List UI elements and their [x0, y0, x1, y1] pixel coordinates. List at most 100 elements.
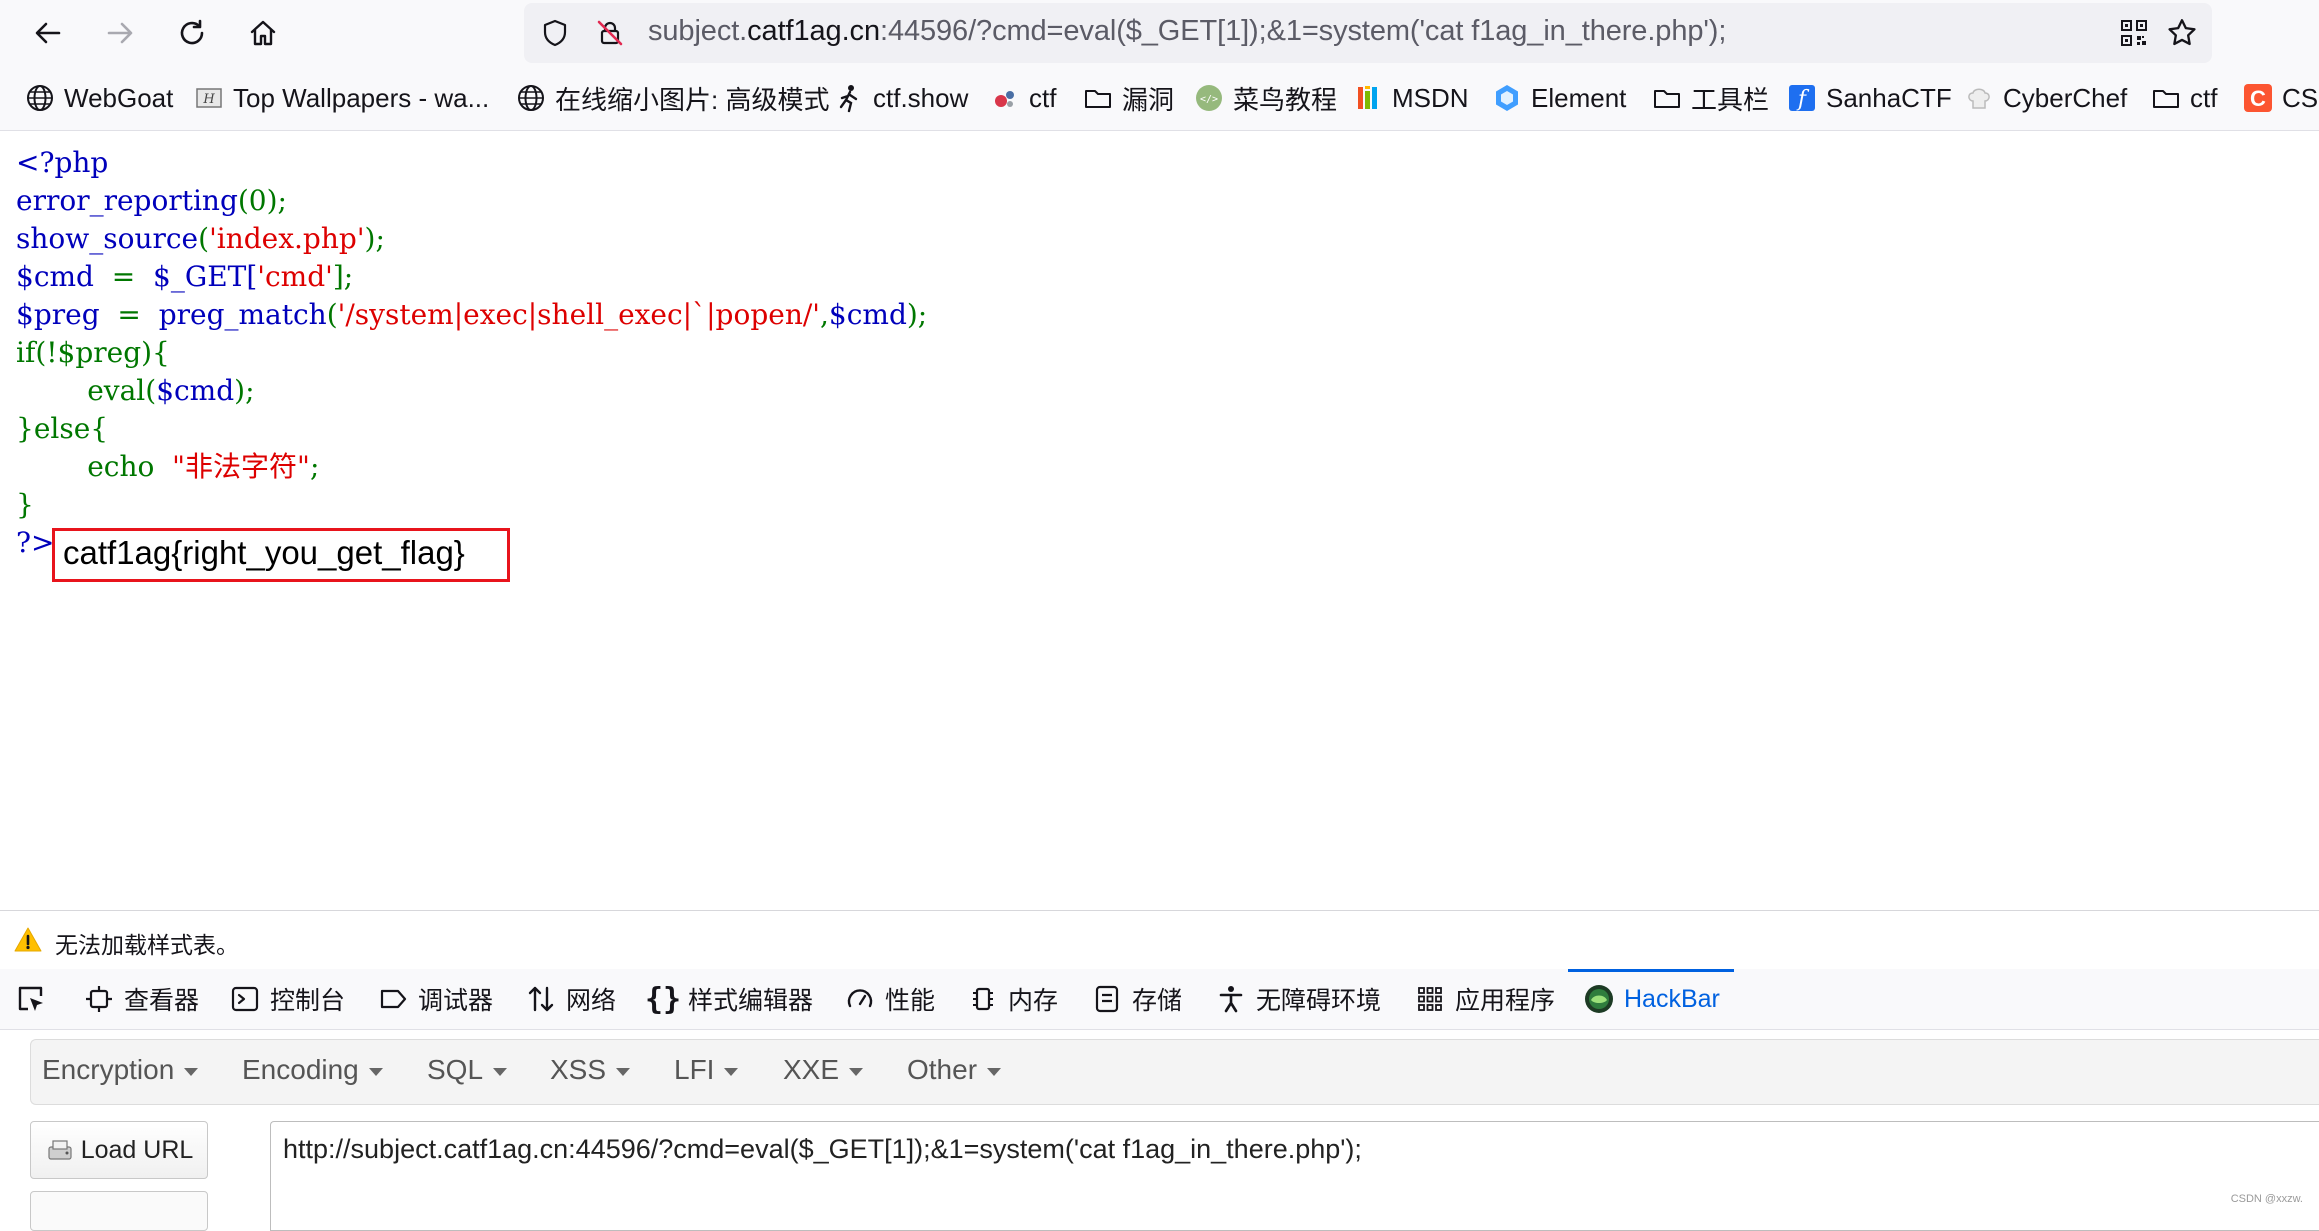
tab-application[interactable]: 应用程序	[1413, 969, 1555, 1029]
caret-down-icon	[184, 1067, 199, 1076]
watermark: CSDN @xxzw.	[2230, 1193, 2303, 1205]
flag-output: catf1ag{right_you_get_flag}	[63, 534, 465, 571]
tab-network[interactable]: 网络	[524, 969, 616, 1029]
bookmark-image-resizer[interactable]: 在线缩小图片: 高级模式	[515, 80, 829, 116]
back-button[interactable]	[26, 12, 70, 54]
warning-icon	[14, 927, 42, 952]
globe-icon	[515, 82, 547, 114]
folder-icon	[1082, 82, 1114, 114]
chef-hat-icon	[1963, 82, 1995, 114]
svg-text:C: C	[2250, 86, 2266, 111]
reload-icon	[180, 19, 204, 45]
menu-encryption[interactable]: Encryption	[42, 1054, 199, 1086]
load-url-button[interactable]: Load URL	[30, 1121, 208, 1179]
tracking-shield-icon[interactable]	[537, 15, 573, 51]
tab-debugger[interactable]: 调试器	[376, 969, 493, 1029]
split-url-button[interactable]	[30, 1191, 208, 1231]
hackbar-menu: Encryption Encoding SQL XSS LFI XXE Othe…	[30, 1039, 2319, 1105]
menu-encoding[interactable]: Encoding	[242, 1054, 383, 1086]
bookmark-sanhactf[interactable]: f SanhaCTF	[1786, 80, 1952, 116]
home-button[interactable]	[241, 12, 285, 54]
address-bar[interactable]: subject.catf1ag.cn:44596/?cmd=eval($_GET…	[524, 3, 2212, 63]
application-icon	[1413, 982, 1447, 1016]
bookmark-cyberchef[interactable]: CyberChef	[1963, 80, 2127, 116]
bookmark-ctf-show[interactable]: ctf.show	[833, 80, 968, 116]
bookmark-folder-toolbar[interactable]: 工具栏	[1651, 80, 1769, 116]
bookmark-element[interactable]: Element	[1491, 80, 1626, 116]
devtools-tabbar: 查看器 控制台 调试器 网络 {} 样式编辑器 性能 内存 存储 无障碍环境 应…	[0, 969, 2319, 1030]
url-text[interactable]: subject.catf1ag.cn:44596/?cmd=eval($_GET…	[648, 15, 1726, 48]
storage-icon	[1090, 982, 1124, 1016]
menu-xxe[interactable]: XXE	[783, 1054, 864, 1086]
home-icon	[250, 20, 276, 46]
bookmark-webgoat[interactable]: WebGoat	[24, 80, 173, 116]
menu-sql[interactable]: SQL	[427, 1054, 508, 1086]
bookmark-runoob[interactable]: </> 菜鸟教程	[1193, 80, 1337, 116]
bookmark-msdn[interactable]: MSDN	[1352, 80, 1469, 116]
caret-down-icon	[616, 1067, 631, 1076]
insecure-lock-icon[interactable]	[592, 15, 628, 51]
folder-icon	[2150, 82, 2182, 114]
bookmark-star-icon[interactable]	[2164, 15, 2200, 51]
inspector-icon	[82, 982, 116, 1016]
globe-icon	[24, 82, 56, 114]
tab-memory[interactable]: 内存	[966, 969, 1058, 1029]
tab-console[interactable]: 控制台	[228, 969, 345, 1029]
caret-down-icon	[368, 1067, 383, 1076]
bookmark-ctf[interactable]: ctf	[989, 80, 1056, 116]
url-domain: catf1ag.cn	[747, 15, 880, 47]
tab-performance[interactable]: 性能	[843, 969, 935, 1029]
bookmark-top-wallpapers[interactable]: H Top Wallpapers - wa...	[193, 80, 489, 116]
sanha-icon: f	[1786, 82, 1818, 114]
bookmark-csdn[interactable]: C CSD	[2242, 80, 2319, 116]
csdn-icon: C	[2242, 82, 2274, 114]
ctf-icon	[989, 82, 1021, 114]
memory-icon	[966, 982, 1000, 1016]
caret-down-icon	[724, 1067, 739, 1076]
element-picker-button[interactable]	[14, 969, 56, 1029]
runoob-icon: </>	[1193, 82, 1225, 114]
caret-down-icon	[849, 1067, 864, 1076]
devtools-panel: 无法加载样式表。 查看器 控制台 调试器 网络 {} 样式编辑器 性能 内存 存…	[0, 910, 2319, 1231]
hackbar-icon	[1582, 982, 1616, 1016]
performance-icon	[843, 982, 877, 1016]
caret-down-icon	[987, 1067, 1002, 1076]
tab-style-editor[interactable]: {} 样式编辑器	[644, 969, 813, 1029]
msdn-icon	[1352, 82, 1384, 114]
php-source-code: <?php error_reporting(0); show_source('i…	[16, 146, 928, 559]
tab-storage[interactable]: 存储	[1090, 969, 1182, 1029]
navigation-toolbar: subject.catf1ag.cn:44596/?cmd=eval($_GET…	[0, 0, 2319, 66]
bookmark-folder-ctf[interactable]: ctf	[2150, 80, 2217, 116]
style-editor-icon: {}	[644, 981, 682, 1017]
network-icon	[524, 982, 558, 1016]
menu-other[interactable]: Other	[907, 1054, 1002, 1086]
qr-code-icon[interactable]	[2116, 15, 2152, 51]
load-url-icon	[48, 1140, 72, 1160]
running-figure-icon	[833, 82, 865, 114]
accessibility-icon	[1214, 982, 1248, 1016]
caret-down-icon	[493, 1067, 508, 1076]
svg-text:H: H	[202, 92, 215, 107]
hackbar-url-textarea[interactable]: http://subject.catf1ag.cn:44596/?cmd=eva…	[270, 1121, 2319, 1231]
hackbar-url-value: http://subject.catf1ag.cn:44596/?cmd=eva…	[283, 1134, 1362, 1164]
element-icon	[1491, 82, 1523, 114]
tab-hackbar[interactable]: HackBar	[1568, 969, 1734, 1029]
back-arrow-icon	[35, 22, 61, 44]
debugger-icon	[376, 982, 410, 1016]
tab-accessibility[interactable]: 无障碍环境	[1214, 969, 1381, 1029]
element-picker-icon	[14, 982, 48, 1016]
svg-text:</>: </>	[1200, 94, 1218, 105]
bookmarks-toolbar: WebGoat H Top Wallpapers - wa... 在线缩小图片:…	[0, 66, 2319, 131]
console-icon	[228, 982, 262, 1016]
reload-button[interactable]	[170, 12, 214, 54]
warning-text: 无法加载样式表。	[55, 932, 239, 958]
bookmark-folder-vulns[interactable]: 漏洞	[1082, 80, 1174, 116]
forward-button[interactable]	[98, 12, 142, 54]
forward-arrow-icon	[107, 22, 133, 44]
menu-xss[interactable]: XSS	[550, 1054, 631, 1086]
wallpaper-icon: H	[193, 82, 225, 114]
folder-icon	[1651, 82, 1683, 114]
tab-inspector[interactable]: 查看器	[82, 969, 199, 1029]
menu-lfi[interactable]: LFI	[674, 1054, 739, 1086]
warning-bar: 无法加载样式表。	[0, 911, 2319, 970]
